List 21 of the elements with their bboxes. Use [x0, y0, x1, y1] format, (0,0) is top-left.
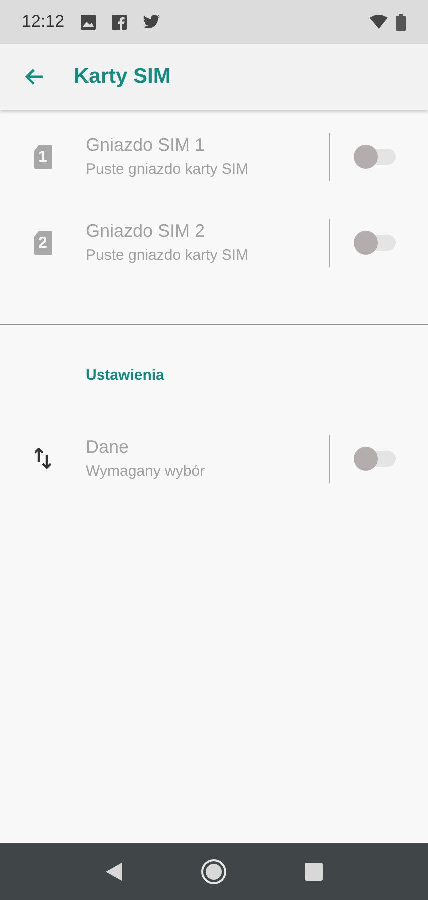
setting-title: Dane — [86, 436, 130, 460]
setting-subtitle: Puste gniazdo karty SIM — [86, 160, 249, 180]
sim-icon: 1 — [34, 145, 52, 169]
clock: 12:12 — [22, 11, 65, 34]
data-transfer-icon — [35, 448, 51, 470]
setting-subtitle: Wymagany wybór — [86, 462, 206, 482]
recents-nav-icon[interactable] — [305, 862, 323, 880]
facebook-icon — [112, 14, 127, 30]
wifi-icon — [370, 15, 388, 29]
setting-title: Gniazdo SIM 2 — [86, 220, 206, 244]
screen-title: Karty SIM — [74, 64, 171, 90]
back-icon[interactable] — [24, 68, 44, 86]
home-nav-icon[interactable] — [201, 858, 227, 884]
back-nav-icon[interactable] — [105, 862, 123, 882]
setting-title: Gniazdo SIM 1 — [86, 134, 206, 158]
battery-icon — [396, 14, 406, 30]
image-icon — [80, 14, 96, 30]
bird-icon — [142, 15, 160, 29]
setting-subtitle: Puste gniazdo karty SIM — [86, 246, 249, 266]
sim-icon: 2 — [34, 231, 52, 255]
section-header: Ustawienia — [86, 367, 164, 384]
